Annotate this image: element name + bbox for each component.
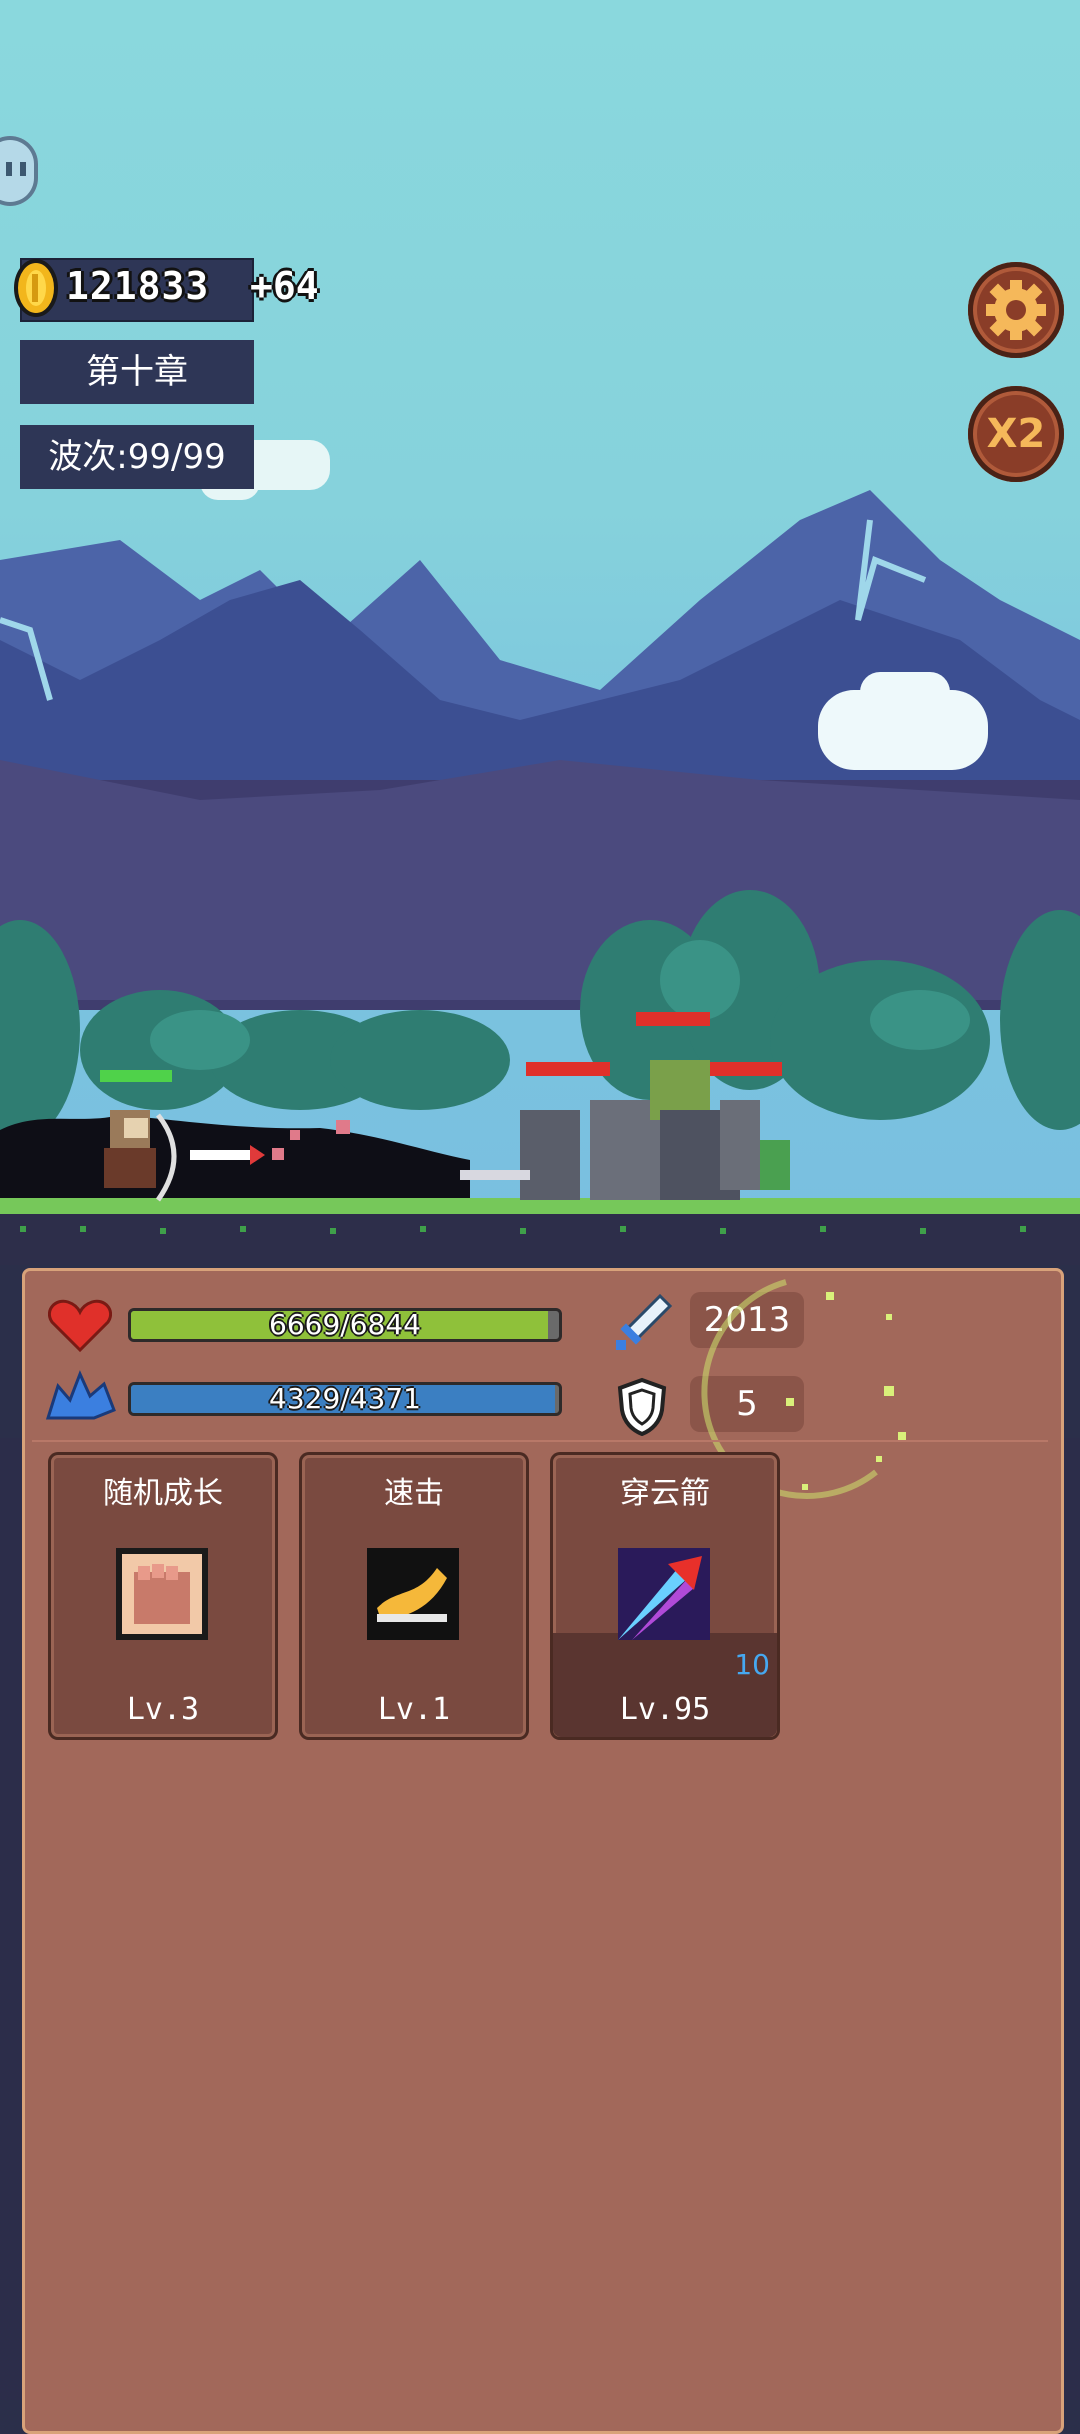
mp-text: 4329/4371 bbox=[269, 1382, 421, 1415]
skill-name: 速击 bbox=[384, 1476, 444, 1511]
hp-text: 6669/6844 bbox=[269, 1308, 421, 1341]
arrow-icon bbox=[618, 1548, 710, 1640]
mp-bar: 4329/4371 bbox=[128, 1382, 562, 1416]
gold-amount: 121833 bbox=[66, 264, 210, 308]
gear-icon bbox=[986, 280, 1046, 340]
speed-label: X2 bbox=[986, 411, 1046, 457]
swift-strike-icon bbox=[367, 1548, 459, 1640]
sword-icon bbox=[616, 1293, 673, 1350]
skill-level: Lv.1 bbox=[377, 1692, 451, 1727]
chapter-label: 第十章 bbox=[20, 340, 254, 404]
shield-icon bbox=[617, 1377, 667, 1436]
landscape-background bbox=[0, 440, 1080, 1265]
wave-label: 波次:99/99 bbox=[20, 425, 254, 489]
settings-button[interactable] bbox=[968, 262, 1064, 358]
panel-divider bbox=[32, 1440, 1048, 1442]
heart-icon bbox=[48, 1299, 112, 1353]
mana-icon bbox=[45, 1370, 116, 1420]
skill-level: Lv.3 bbox=[126, 1692, 200, 1727]
skill-name: 穿云箭 bbox=[620, 1476, 710, 1511]
skill-card-swift-strike[interactable]: 速击 Lv.1 bbox=[299, 1452, 529, 1740]
skill-name: 随机成长 bbox=[103, 1476, 223, 1511]
battle-scene: 121833 +64 第十章 波次:99/99 X2 bbox=[0, 0, 1080, 1265]
skill-level: Lv.95 bbox=[619, 1692, 711, 1727]
hp-bar: 6669/6844 bbox=[128, 1308, 562, 1342]
skill-card-cloud-piercing-arrow[interactable]: 穿云箭 10 Lv.95 bbox=[550, 1452, 780, 1740]
speed-x2-button[interactable]: X2 bbox=[968, 386, 1064, 482]
fist-icon bbox=[116, 1548, 208, 1640]
gold-coin-icon bbox=[14, 259, 58, 317]
gold-gain: +64 bbox=[250, 264, 319, 308]
ghost-icon[interactable] bbox=[0, 136, 38, 206]
skill-badge: 10 bbox=[734, 1648, 770, 1681]
skill-card-random-growth[interactable]: 随机成长 Lv.3 bbox=[48, 1452, 278, 1740]
